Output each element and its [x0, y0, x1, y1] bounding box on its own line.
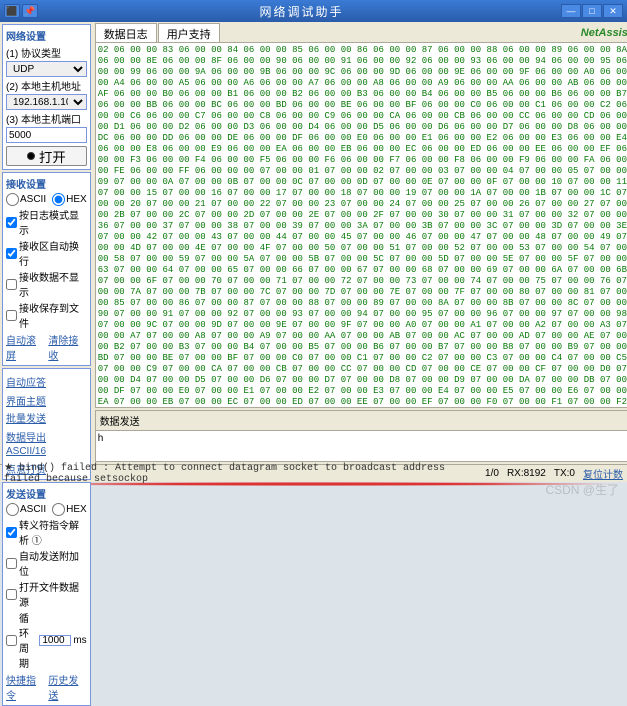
tab-datalog[interactable]: 数据日志	[95, 23, 157, 44]
status-bar: ★ bind() failed : Attempt to connect dat…	[0, 464, 627, 482]
close-icon[interactable]: ✕	[603, 4, 623, 18]
titlebar: ⬛ 📌 网络调试助手 — □ ✕	[0, 0, 627, 22]
status-rx: RX:8192	[507, 468, 546, 479]
batch-send-link[interactable]: 批量发送	[6, 410, 46, 425]
open-button[interactable]: 打开	[6, 146, 87, 166]
net-title: 网络设置	[6, 28, 87, 43]
recv-ascii-radio[interactable]: ASCII	[6, 193, 46, 206]
brand-label: NetAssist V5.0.2	[581, 27, 627, 39]
shortcut-link[interactable]: 快捷指令	[6, 672, 44, 702]
host-select[interactable]: 192.168.1.102	[6, 94, 87, 110]
recv-title: 接收设置	[6, 176, 87, 191]
maximize-icon[interactable]: □	[582, 4, 602, 18]
port-input[interactable]	[6, 127, 87, 143]
history-link[interactable]: 历史发送	[48, 672, 86, 702]
open-file-checkbox[interactable]: 打开文件数据源	[6, 579, 87, 609]
log-mode-checkbox[interactable]: 按日志模式显示	[6, 207, 87, 237]
window-title: 网络调试助手	[42, 3, 561, 20]
proto-label: (1) 协议类型	[6, 45, 87, 60]
status-counter: 1/0	[485, 468, 499, 479]
right-content: 数据日志 用户支持 NetAssist V5.0.2 ♥ ⚙ 02 06 00 …	[93, 22, 627, 464]
status-dot-icon	[27, 152, 35, 160]
send-textarea[interactable]: h	[96, 431, 627, 461]
tab-support[interactable]: 用户支持	[158, 23, 220, 44]
protocol-select[interactable]: UDP	[6, 61, 87, 77]
auto-reply-link[interactable]: 自动应答	[6, 374, 46, 389]
status-tx: TX:0	[554, 468, 575, 479]
send-ascii-radio[interactable]: ASCII	[6, 503, 46, 516]
minimize-icon[interactable]: —	[561, 4, 581, 18]
sys-icon[interactable]: ⬛	[4, 4, 20, 18]
save-file-checkbox[interactable]: 接收保存到文件	[6, 300, 87, 330]
clear-recv-link[interactable]: 清除接收	[48, 332, 86, 362]
cycle-checkbox[interactable]	[6, 635, 17, 646]
theme-link[interactable]: 界面主题	[6, 393, 46, 408]
cycle-row: 循环周期 ms	[6, 610, 87, 670]
auto-append-checkbox[interactable]: 自动发送附加位	[6, 548, 87, 578]
export-link[interactable]: 数据导出	[6, 429, 46, 444]
hex-dump-view[interactable]: 02 06 00 00 83 06 00 00 84 06 00 00 85 0…	[95, 42, 627, 408]
send-hex-radio[interactable]: HEX	[52, 503, 87, 516]
hide-recv-checkbox[interactable]: 接收数据不显示	[6, 269, 87, 299]
escape-parse-checkbox[interactable]: 转义符指令解析 ①	[6, 517, 87, 547]
auto-scroll-link[interactable]: 自动滚屏	[6, 332, 44, 362]
host-label: (2) 本地主机地址	[6, 78, 87, 93]
left-sidebar: 网络设置 (1) 协议类型 UDP (2) 本地主机地址 192.168.1.1…	[0, 22, 93, 464]
auto-wrap-checkbox[interactable]: 接收区自动换行	[6, 238, 87, 268]
port-label: (3) 本地主机端口	[6, 111, 87, 126]
pin-icon[interactable]: 📌	[22, 4, 38, 18]
cycle-input[interactable]	[39, 635, 71, 646]
send-settings-panel: 发送设置 ASCII HEX 转义符指令解析 ① 自动发送附加位 打开文件数据源…	[2, 482, 91, 706]
network-settings-panel: 网络设置 (1) 协议类型 UDP (2) 本地主机地址 192.168.1.1…	[2, 24, 91, 170]
watermark: CSDN @生了	[545, 481, 619, 498]
ascii16-link[interactable]: ASCII/16	[6, 446, 46, 457]
recv-settings-panel: 接收设置 ASCII HEX 按日志模式显示 接收区自动换行 接收数据不显示 接…	[2, 172, 91, 366]
recv-hex-radio[interactable]: HEX	[52, 193, 87, 206]
reset-counter-link[interactable]: 复位计数	[583, 466, 623, 481]
send-title: 发送设置	[6, 486, 87, 501]
send-area-title: 数据发送	[100, 413, 140, 428]
status-message: ★ bind() failed : Attempt to connect dat…	[4, 462, 477, 485]
